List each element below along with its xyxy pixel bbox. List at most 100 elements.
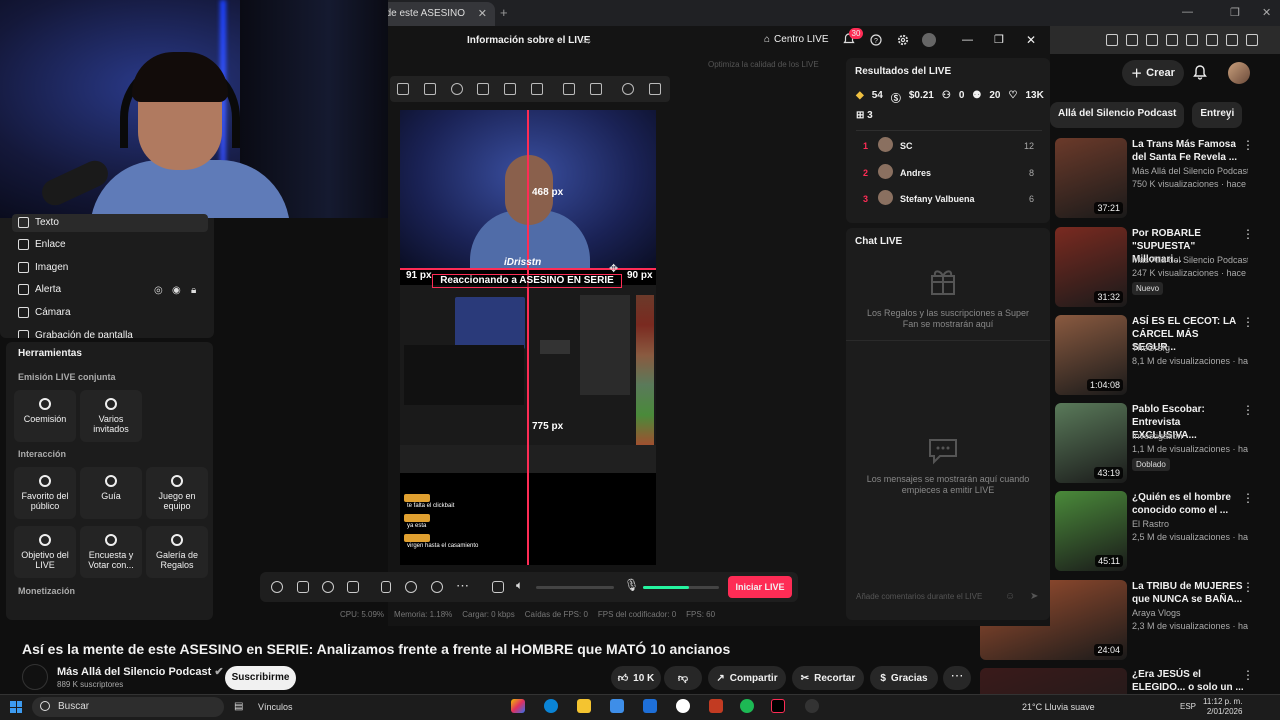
video-channel[interactable]: Más Allá del Silencio Podcast — [1132, 166, 1248, 176]
video-title[interactable]: La Trans Más Famosa del Santa Fe Revela … — [1132, 138, 1244, 164]
video-title[interactable]: La TRIBU de MUJERES que NUNCA se BAÑA... — [1132, 580, 1244, 606]
file-explorer-icon[interactable] — [577, 699, 591, 713]
screen-share-icon[interactable] — [297, 581, 309, 593]
magic-icon[interactable] — [271, 581, 283, 593]
settings-sliders-icon[interactable] — [492, 581, 504, 593]
undo-icon[interactable] — [622, 83, 634, 95]
task-view-icon[interactable]: ▤ — [234, 701, 243, 712]
source-item-camera[interactable]: Cámara — [18, 307, 71, 318]
minimize-icon[interactable]: — — [962, 34, 973, 46]
settings-icon[interactable] — [805, 699, 819, 713]
thanks-button[interactable]: $ Gracias — [870, 666, 938, 690]
rotate-icon[interactable] — [504, 83, 516, 95]
centro-live-button[interactable]: ⌂ Centro LIVE — [764, 34, 829, 45]
clip-button[interactable]: ✂ Recortar — [792, 666, 864, 690]
tiktok-icon[interactable] — [771, 699, 785, 713]
tool-button[interactable]: Coemisión — [14, 390, 76, 442]
create-button[interactable]: ＋ Crear — [1122, 60, 1184, 86]
video-channel[interactable]: El Rastro — [1132, 519, 1248, 529]
avatar[interactable] — [1228, 62, 1250, 84]
windows-start-icon[interactable] — [10, 701, 22, 713]
emoji-icon[interactable]: ☺ — [1005, 591, 1015, 602]
recommendation-card[interactable]: ¿Era JESÚS el ELEGIDO... o solo un ... ⋮ — [980, 668, 1270, 694]
effects-icon[interactable] — [322, 581, 334, 593]
ranking-row[interactable]: 2 Andres 8 — [856, 164, 1040, 182]
download-icon[interactable] — [1186, 34, 1198, 46]
crop-icon[interactable] — [477, 83, 489, 95]
start-live-button[interactable]: Iniciar LIVE — [728, 576, 792, 598]
more-actions-button[interactable]: ⋯ — [943, 666, 971, 690]
tool-button[interactable]: Varios invitados — [80, 390, 142, 442]
new-tab-button[interactable]: + — [500, 5, 508, 20]
gear-icon[interactable] — [897, 34, 909, 46]
center-icon[interactable] — [451, 83, 463, 95]
tool-button[interactable]: Guía — [80, 467, 142, 519]
channel-name[interactable]: Más Allá del Silencio Podcast ✔ — [57, 665, 224, 678]
subscribe-button[interactable]: Suscribirme — [225, 666, 296, 690]
share-icon[interactable]: ⇨ — [582, 35, 591, 48]
trash-icon[interactable] — [649, 83, 661, 95]
source-item-alert[interactable]: Alerta — [18, 284, 61, 295]
tool-button[interactable]: Favorito del público — [14, 467, 76, 519]
chip[interactable]: Allá del Silencio Podcast — [1050, 102, 1185, 128]
video-title[interactable]: ¿Quién es el hombre conocido como el ... — [1132, 491, 1244, 517]
chevron-right-icon[interactable]: › — [1226, 108, 1231, 124]
record-icon[interactable] — [405, 581, 417, 593]
weather-widget[interactable]: 21°C Lluvia suave — [1022, 702, 1095, 712]
more-vert-icon[interactable]: ⋮ — [1242, 315, 1254, 329]
bell-icon[interactable] — [1192, 64, 1208, 80]
optimize-hint[interactable]: Optimiza la calidad de los LIVE — [708, 60, 819, 69]
extension-icon[interactable] — [1126, 34, 1138, 46]
sidebar-icon[interactable] — [1166, 34, 1178, 46]
maximize-icon[interactable]: ❐ — [994, 33, 1004, 46]
puzzle-icon[interactable] — [1226, 34, 1238, 46]
avatar[interactable] — [922, 33, 936, 47]
video-channel[interactable]: Más Allá del Silencio Podcast — [1132, 255, 1248, 265]
video-channel[interactable]: TheGrefg — [1132, 343, 1248, 353]
browser-minimize-icon[interactable]: — — [1182, 6, 1193, 18]
copilot-icon[interactable] — [511, 699, 525, 713]
source-item-text[interactable]: Texto — [18, 217, 59, 228]
mail-icon[interactable] — [643, 699, 657, 713]
select-icon[interactable] — [397, 83, 409, 95]
like-button[interactable]: 👍︎ 10 K — [611, 666, 661, 690]
tool-button[interactable]: Encuesta y Votar con... — [80, 526, 142, 578]
music-icon[interactable] — [1146, 34, 1158, 46]
store-icon[interactable] — [610, 699, 624, 713]
eye-icon[interactable]: ◉ — [172, 285, 181, 296]
more-vert-icon[interactable]: ⋮ — [1242, 227, 1254, 241]
tab-close-icon[interactable]: ✕ — [478, 7, 487, 20]
shield-icon[interactable] — [1206, 34, 1218, 46]
video-channel[interactable]: Araya Vlogs — [1132, 608, 1248, 618]
video-thumbnail[interactable]: 45:11 — [1055, 491, 1127, 571]
fit-icon[interactable] — [424, 83, 436, 95]
tool-button[interactable]: Objetivo del LIVE — [14, 526, 76, 578]
language-indicator[interactable]: ESP — [1180, 702, 1196, 711]
video-thumbnail[interactable]: 43:19 — [1055, 403, 1127, 483]
speaker-icon[interactable]: 🔈︎ — [516, 578, 523, 593]
more-vert-icon[interactable]: ⋮ — [1242, 580, 1254, 594]
layer-up-icon[interactable] — [563, 83, 575, 95]
send-icon[interactable]: ➤ — [1030, 591, 1038, 602]
camera-icon[interactable] — [431, 581, 443, 593]
tool-button[interactable]: Galería de Regalos — [146, 526, 208, 578]
chat-input[interactable]: Añade comentarios durante el LIVE — [856, 592, 982, 601]
layer-down-icon[interactable] — [590, 83, 602, 95]
move-handle-icon[interactable]: ✥ — [609, 262, 618, 275]
ranking-row[interactable]: 3 Stefany Valbuena 6 — [856, 190, 1040, 208]
layout-icon[interactable] — [347, 581, 359, 593]
help-icon[interactable]: ? — [870, 34, 882, 46]
chrome-icon[interactable] — [676, 699, 690, 713]
extension-icon[interactable] — [1106, 34, 1118, 46]
taskbar-links[interactable]: Vínculos — [258, 702, 293, 712]
channel-avatar[interactable] — [22, 664, 48, 690]
taskbar-clock[interactable]: 11:12 p. m. 2/01/2026 — [1203, 697, 1242, 717]
menu-icon[interactable] — [1246, 34, 1258, 46]
lock-icon[interactable]: 🔒︎ — [191, 285, 196, 296]
browser-close-icon[interactable]: ✕ — [1262, 6, 1271, 19]
app-icon[interactable] — [709, 699, 723, 713]
video-thumbnail[interactable]: 37:21 — [1055, 138, 1127, 218]
source-item-image[interactable]: Imagen — [18, 262, 68, 273]
more-icon[interactable]: ⋯ — [456, 578, 469, 594]
tool-button[interactable]: Juego en equipo — [146, 467, 208, 519]
